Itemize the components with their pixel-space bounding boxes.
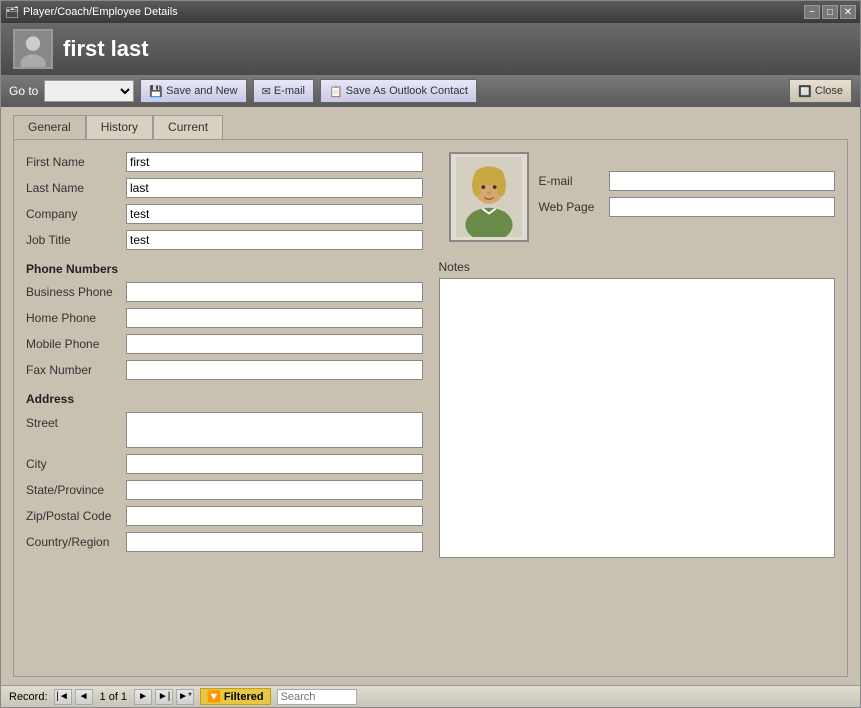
header-title: first last [63,36,149,62]
restore-button[interactable]: □ [822,5,838,19]
filter-icon: 🔽 [207,691,221,703]
save-and-new-button[interactable]: 💾 Save and New [140,79,246,103]
city-label: City [26,457,126,471]
state-row: State/Province [26,480,423,500]
goto-select[interactable] [44,80,134,102]
search-input[interactable] [277,689,357,705]
header: first last [1,23,860,75]
tab-bar: General History Current [1,107,860,139]
notes-section: Notes [439,260,836,561]
street-row: Street [26,412,423,448]
close-button[interactable]: 🔲 Close [789,79,852,103]
photo-area [449,152,529,242]
outlook-icon: 📋 [329,85,343,98]
email-input[interactable] [609,171,836,191]
business-phone-label: Business Phone [26,285,126,299]
home-phone-input[interactable] [126,308,423,328]
status-bar: Record: |◄ ◄ 1 of 1 ► ►| ►* 🔽 Filtered [1,685,860,707]
state-input[interactable] [126,480,423,500]
address-title: Address [26,392,423,406]
web-page-input[interactable] [609,197,836,217]
mobile-phone-row: Mobile Phone [26,334,423,354]
title-bar: 🗂 Player/Coach/Employee Details − □ ✕ [1,1,860,23]
zip-label: Zip/Postal Code [26,509,126,523]
mobile-phone-label: Mobile Phone [26,337,126,351]
company-input[interactable] [126,204,423,224]
email-label: E-mail [539,174,609,188]
phone-numbers-title: Phone Numbers [26,262,423,276]
close-icon: 🔲 [798,85,812,98]
first-name-row: First Name [26,152,423,172]
fax-number-input[interactable] [126,360,423,380]
fax-number-label: Fax Number [26,363,126,377]
close-window-button[interactable]: ✕ [840,5,856,19]
prev-record-button[interactable]: ◄ [75,689,93,705]
left-panel: First Name Last Name Company Job Title P… [26,152,423,561]
tab-general[interactable]: General [13,115,86,139]
mobile-phone-input[interactable] [126,334,423,354]
record-nav: |◄ ◄ 1 of 1 ► ►| ►* [54,689,195,705]
last-name-row: Last Name [26,178,423,198]
right-panel: E-mail Web Page Notes [439,152,836,561]
filtered-badge: 🔽 Filtered [200,688,271,705]
job-title-row: Job Title [26,230,423,250]
minimize-button[interactable]: − [804,5,820,19]
record-info: 1 of 1 [96,691,132,703]
header-icon [13,29,53,69]
home-phone-row: Home Phone [26,308,423,328]
zip-input[interactable] [126,506,423,526]
street-label: Street [26,412,126,430]
content-area: First Name Last Name Company Job Title P… [13,139,848,677]
email-icon: ✉ [262,85,271,98]
tab-history[interactable]: History [86,115,153,139]
save-as-outlook-button[interactable]: 📋 Save As Outlook Contact [320,79,477,103]
email-row: E-mail [539,171,836,191]
first-name-input[interactable] [126,152,423,172]
record-label: Record: [9,691,48,703]
goto-label: Go to [9,84,38,98]
toolbar: Go to 💾 Save and New ✉ E-mail 📋 Save As … [1,75,860,107]
new-record-button[interactable]: ►* [176,689,194,705]
country-row: Country/Region [26,532,423,552]
notes-textarea[interactable] [439,278,836,558]
contact-fields: E-mail Web Page [539,152,836,242]
last-name-label: Last Name [26,181,126,195]
company-label: Company [26,207,126,221]
business-phone-row: Business Phone [26,282,423,302]
first-name-label: First Name [26,155,126,169]
next-record-button[interactable]: ► [134,689,152,705]
title-bar-icon: 🗂 [5,6,19,19]
home-phone-label: Home Phone [26,311,126,325]
city-input[interactable] [126,454,423,474]
city-row: City [26,454,423,474]
last-record-button[interactable]: ►| [155,689,173,705]
company-row: Company [26,204,423,224]
street-input[interactable] [126,412,423,448]
email-button[interactable]: ✉ E-mail [253,79,314,103]
web-page-label: Web Page [539,200,609,214]
last-name-input[interactable] [126,178,423,198]
country-label: Country/Region [26,535,126,549]
country-input[interactable] [126,532,423,552]
job-title-input[interactable] [126,230,423,250]
save-new-icon: 💾 [149,85,163,98]
fax-number-row: Fax Number [26,360,423,380]
state-label: State/Province [26,483,126,497]
notes-label: Notes [439,260,836,274]
job-title-label: Job Title [26,233,126,247]
title-bar-text: Player/Coach/Employee Details [23,6,178,18]
first-record-button[interactable]: |◄ [54,689,72,705]
zip-row: Zip/Postal Code [26,506,423,526]
business-phone-input[interactable] [126,282,423,302]
web-page-row: Web Page [539,197,836,217]
tab-current[interactable]: Current [153,115,223,139]
